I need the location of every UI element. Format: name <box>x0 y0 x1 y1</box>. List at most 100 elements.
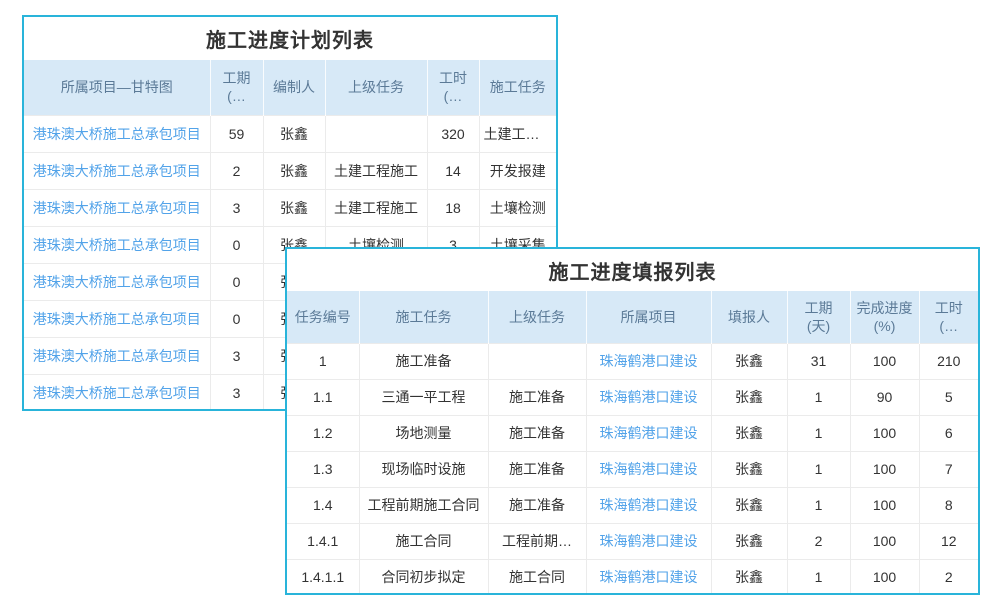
project-link[interactable]: 珠海鹤港口建设 <box>600 461 698 477</box>
project-link[interactable]: 港珠澳大桥施工总承包项目 <box>33 385 201 401</box>
col-header-progress: 完成进度 (%) <box>850 291 919 343</box>
cell-hours: 14 <box>427 152 479 189</box>
cell-task: 施工合同 <box>359 523 488 559</box>
project-link[interactable]: 港珠澳大桥施工总承包项目 <box>33 163 201 179</box>
cell-progress: 100 <box>850 415 919 451</box>
cell-hours: 5 <box>919 379 978 415</box>
cell-progress: 100 <box>850 487 919 523</box>
report-table-title: 施工进度填报列表 <box>287 249 978 291</box>
cell-project: 港珠澳大桥施工总承包项目 <box>24 115 210 152</box>
project-link[interactable]: 港珠澳大桥施工总承包项目 <box>33 200 201 216</box>
table-row: 1.4.1 施工合同 工程前期… 珠海鹤港口建设 张鑫 2 100 12 <box>287 523 978 559</box>
cell-reporter: 张鑫 <box>711 379 787 415</box>
cell-parent-task: 施工合同 <box>488 559 586 595</box>
cell-task-id: 1 <box>287 343 359 379</box>
report-table-header-row: 任务编号 施工任务 上级任务 所属项目 填报人 工期 (天) 完成进度 (%) … <box>287 291 978 343</box>
cell-hours: 7 <box>919 451 978 487</box>
cell-project: 珠海鹤港口建设 <box>586 559 711 595</box>
col-header-task-id: 任务编号 <box>287 291 359 343</box>
cell-task-id: 1.2 <box>287 415 359 451</box>
cell-project: 珠海鹤港口建设 <box>586 523 711 559</box>
cell-reporter: 张鑫 <box>711 343 787 379</box>
table-row: 1.2 场地测量 施工准备 珠海鹤港口建设 张鑫 1 100 6 <box>287 415 978 451</box>
project-link[interactable]: 珠海鹤港口建设 <box>600 353 698 369</box>
cell-parent-task: 施工准备 <box>488 379 586 415</box>
cell-task: 三通一平工程 <box>359 379 488 415</box>
cell-days: 1 <box>787 379 850 415</box>
table-row: 1.4 工程前期施工合同 施工准备 珠海鹤港口建设 张鑫 1 100 8 <box>287 487 978 523</box>
cell-project: 珠海鹤港口建设 <box>586 343 711 379</box>
cell-hours: 210 <box>919 343 978 379</box>
cell-project: 港珠澳大桥施工总承包项目 <box>24 300 210 337</box>
cell-task-id: 1.4 <box>287 487 359 523</box>
cell-hours: 8 <box>919 487 978 523</box>
cell-parent-task <box>488 343 586 379</box>
cell-progress: 90 <box>850 379 919 415</box>
cell-duration: 3 <box>210 189 263 226</box>
cell-project: 珠海鹤港口建设 <box>586 487 711 523</box>
col-header-editor: 编制人 <box>263 60 325 115</box>
cell-reporter: 张鑫 <box>711 487 787 523</box>
cell-task-id: 1.4.1 <box>287 523 359 559</box>
cell-progress: 100 <box>850 523 919 559</box>
cell-project: 港珠澳大桥施工总承包项目 <box>24 374 210 411</box>
project-link[interactable]: 港珠澳大桥施工总承包项目 <box>33 237 201 253</box>
cell-duration: 2 <box>210 152 263 189</box>
project-link[interactable]: 港珠澳大桥施工总承包项目 <box>33 311 201 327</box>
project-link[interactable]: 港珠澳大桥施工总承包项目 <box>33 348 201 364</box>
project-link[interactable]: 港珠澳大桥施工总承包项目 <box>33 274 201 290</box>
col-header-hours: 工时 (… <box>427 60 479 115</box>
cell-reporter: 张鑫 <box>711 415 787 451</box>
cell-days: 1 <box>787 559 850 595</box>
cell-days: 31 <box>787 343 850 379</box>
table-row: 1 施工准备 珠海鹤港口建设 张鑫 31 100 210 <box>287 343 978 379</box>
cell-progress: 100 <box>850 559 919 595</box>
cell-task: 现场临时设施 <box>359 451 488 487</box>
table-row: 港珠澳大桥施工总承包项目 2 张鑫 土建工程施工 14 开发报建 <box>24 152 556 189</box>
cell-progress: 100 <box>850 343 919 379</box>
report-table-card: 施工进度填报列表 任务编号 施工任务 上级任务 所属项目 填报人 工期 (天) … <box>285 247 980 595</box>
project-link[interactable]: 珠海鹤港口建设 <box>600 569 698 585</box>
cell-editor: 张鑫 <box>263 115 325 152</box>
cell-parent-task <box>325 115 427 152</box>
cell-days: 1 <box>787 451 850 487</box>
cell-task: 合同初步拟定 <box>359 559 488 595</box>
cell-task: 土建工程… <box>479 115 556 152</box>
cell-project: 珠海鹤港口建设 <box>586 451 711 487</box>
project-link[interactable]: 珠海鹤港口建设 <box>600 497 698 513</box>
project-link[interactable]: 港珠澳大桥施工总承包项目 <box>33 126 201 142</box>
cell-parent-task: 施工准备 <box>488 415 586 451</box>
table-row: 港珠澳大桥施工总承包项目 59 张鑫 320 土建工程… <box>24 115 556 152</box>
cell-duration: 3 <box>210 374 263 411</box>
table-row: 港珠澳大桥施工总承包项目 3 张鑫 土建工程施工 18 土壤检测 <box>24 189 556 226</box>
cell-parent-task: 土建工程施工 <box>325 152 427 189</box>
cell-duration: 3 <box>210 337 263 374</box>
cell-reporter: 张鑫 <box>711 523 787 559</box>
cell-project: 港珠澳大桥施工总承包项目 <box>24 152 210 189</box>
report-table: 任务编号 施工任务 上级任务 所属项目 填报人 工期 (天) 完成进度 (%) … <box>287 291 978 595</box>
cell-days: 2 <box>787 523 850 559</box>
cell-editor: 张鑫 <box>263 189 325 226</box>
col-header-hours: 工时 (… <box>919 291 978 343</box>
cell-parent-task: 施工准备 <box>488 451 586 487</box>
project-link[interactable]: 珠海鹤港口建设 <box>600 425 698 441</box>
project-link[interactable]: 珠海鹤港口建设 <box>600 389 698 405</box>
cell-reporter: 张鑫 <box>711 559 787 595</box>
cell-hours: 2 <box>919 559 978 595</box>
cell-project: 珠海鹤港口建设 <box>586 415 711 451</box>
col-header-reporter: 填报人 <box>711 291 787 343</box>
cell-hours: 18 <box>427 189 479 226</box>
plan-table-header-row: 所属项目—甘特图 工期 (… 编制人 上级任务 工时 (… 施工任务 <box>24 60 556 115</box>
col-header-task: 施工任务 <box>359 291 488 343</box>
cell-project: 港珠澳大桥施工总承包项目 <box>24 189 210 226</box>
cell-project: 港珠澳大桥施工总承包项目 <box>24 263 210 300</box>
cell-task-id: 1.1 <box>287 379 359 415</box>
cell-task: 场地测量 <box>359 415 488 451</box>
project-link[interactable]: 珠海鹤港口建设 <box>600 533 698 549</box>
cell-task: 土壤检测 <box>479 189 556 226</box>
cell-hours: 6 <box>919 415 978 451</box>
cell-parent-task: 土建工程施工 <box>325 189 427 226</box>
cell-project: 珠海鹤港口建设 <box>586 379 711 415</box>
cell-task: 施工准备 <box>359 343 488 379</box>
cell-task-id: 1.3 <box>287 451 359 487</box>
